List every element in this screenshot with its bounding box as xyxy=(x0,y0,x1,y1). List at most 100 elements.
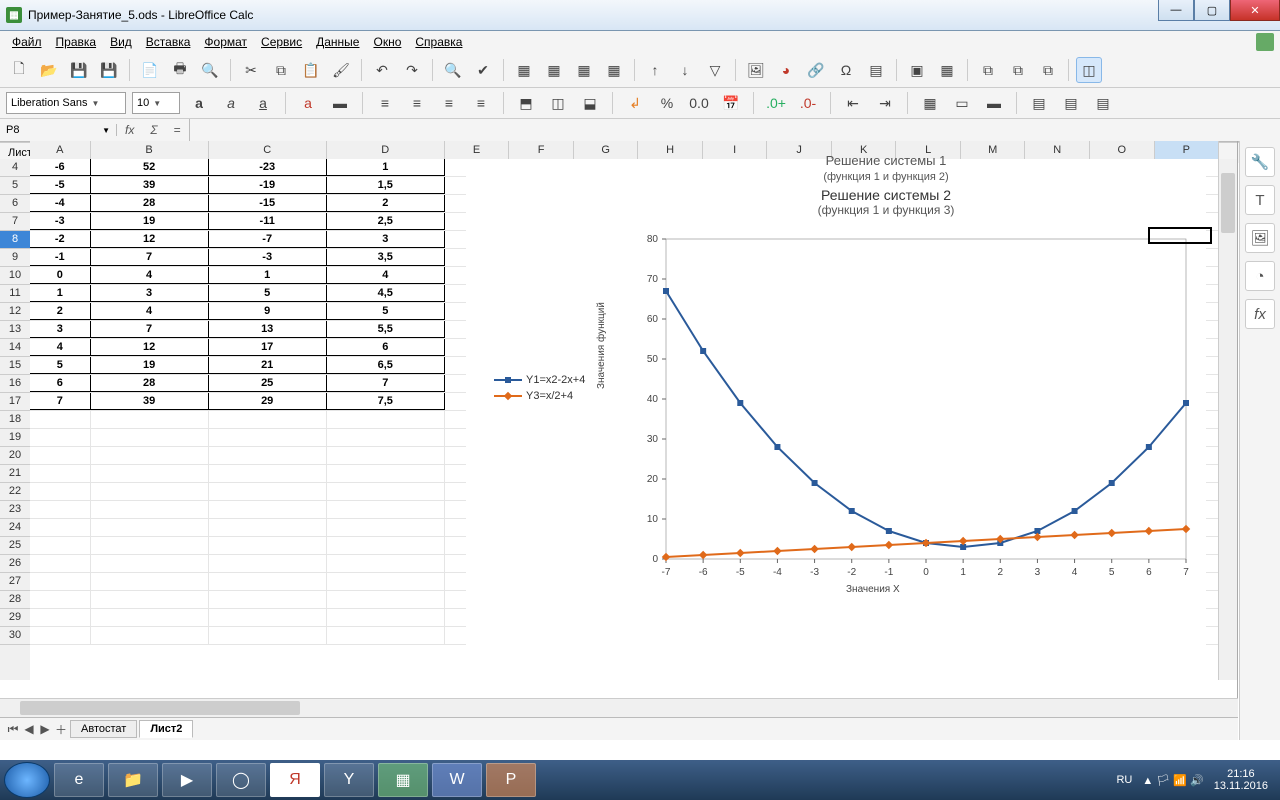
freeze-button[interactable]: ▣ xyxy=(904,57,930,83)
tab-add-button[interactable]: ＋ xyxy=(54,721,68,738)
align-left-button[interactable]: ≡ xyxy=(372,90,398,116)
font-color-button[interactable]: a xyxy=(295,90,321,116)
link-button[interactable]: 🔗 xyxy=(803,57,829,83)
italic-button[interactable]: a xyxy=(218,90,244,116)
borders-button[interactable]: ▦ xyxy=(917,90,943,116)
underline-button[interactable]: a xyxy=(250,90,276,116)
valign-bottom-button[interactable]: ⬓ xyxy=(577,90,603,116)
tray-icons[interactable]: ▲ 🏳 📶 🔊 xyxy=(1142,774,1203,787)
redo-button[interactable]: ↷ xyxy=(399,57,425,83)
function-wizard-button[interactable]: fx xyxy=(117,123,142,137)
paste-button[interactable]: 📋 xyxy=(298,57,324,83)
saveas-button[interactable]: 💾 xyxy=(96,57,122,83)
sort-asc-button[interactable]: ↑ xyxy=(642,57,668,83)
chart-button[interactable]: ◕ xyxy=(773,57,799,83)
task-ie[interactable]: e xyxy=(54,763,104,797)
sum-button[interactable]: Σ xyxy=(142,123,165,137)
start-button[interactable] xyxy=(4,762,50,798)
menu-data[interactable]: Данные xyxy=(310,33,365,51)
font-size-combo[interactable]: 10▼ xyxy=(132,92,180,114)
task-yabrowser[interactable]: Y xyxy=(324,763,374,797)
task-yandex[interactable]: Я xyxy=(270,763,320,797)
wrap-button[interactable]: ↲ xyxy=(622,90,648,116)
tile-button[interactable]: ⧉ xyxy=(1035,57,1061,83)
cond-format2-button[interactable]: ▤ xyxy=(1058,90,1084,116)
format-paint-button[interactable]: 🖌 xyxy=(328,57,354,83)
window-button[interactable]: ⧉ xyxy=(975,57,1001,83)
new-button[interactable]: 🗋 xyxy=(6,57,32,83)
row-button[interactable]: ▦ xyxy=(511,57,537,83)
vertical-scrollbar[interactable] xyxy=(1218,159,1237,680)
menu-window[interactable]: Окно xyxy=(367,33,407,51)
menu-tools[interactable]: Сервис xyxy=(255,33,308,51)
align-justify-button[interactable]: ≡ xyxy=(468,90,494,116)
print-preview-button[interactable]: 🔍 xyxy=(197,57,223,83)
sidebar-toggle-button[interactable]: ◫ xyxy=(1076,57,1102,83)
valign-middle-button[interactable]: ◫ xyxy=(545,90,571,116)
bold-button[interactable]: a xyxy=(186,90,212,116)
border-color-button[interactable]: ▬ xyxy=(981,90,1007,116)
task-chrome[interactable]: ◯ xyxy=(216,763,266,797)
menu-help[interactable]: Справка xyxy=(409,33,468,51)
menu-format[interactable]: Формат xyxy=(198,33,253,51)
date-button[interactable]: 📅 xyxy=(718,90,744,116)
number-button[interactable]: 0.0 xyxy=(686,90,712,116)
special-char-button[interactable]: Ω xyxy=(833,57,859,83)
cell-grid[interactable]: -652-231-539-191,5-428-152-319-112,5-212… xyxy=(30,159,1219,680)
grid-button[interactable]: ▦ xyxy=(934,57,960,83)
save-button[interactable]: 💾 xyxy=(66,57,92,83)
task-explorer[interactable]: 📁 xyxy=(108,763,158,797)
task-word[interactable]: W xyxy=(432,763,482,797)
gallery-panel-button[interactable]: 🖼 xyxy=(1245,223,1275,253)
percent-button[interactable]: % xyxy=(654,90,680,116)
functions-panel-button[interactable]: fx xyxy=(1245,299,1275,329)
merge-button[interactable]: ▦ xyxy=(571,57,597,83)
tab-prev-button[interactable]: ◀ xyxy=(22,722,36,736)
split-button[interactable]: ▦ xyxy=(601,57,627,83)
valign-top-button[interactable]: ⬒ xyxy=(513,90,539,116)
find-button[interactable]: 🔍 xyxy=(440,57,466,83)
inc-indent-button[interactable]: ⇥ xyxy=(872,90,898,116)
spellcheck-button[interactable]: ✔ xyxy=(470,57,496,83)
image-button[interactable]: 🖼 xyxy=(743,57,769,83)
navigator-panel-button[interactable]: ◔ xyxy=(1245,261,1275,291)
chart-object[interactable]: Решение системы 1 (функция 1 и функция 2… xyxy=(466,159,1206,649)
tray-lang[interactable]: RU xyxy=(1116,774,1132,786)
formula-input[interactable] xyxy=(189,119,1280,141)
menu-file[interactable]: Файл xyxy=(6,33,48,51)
system-tray[interactable]: RU ▲ 🏳 📶 🔊 21:1613.11.2016 xyxy=(1116,768,1276,792)
close-button[interactable]: ✕ xyxy=(1230,0,1280,21)
export-pdf-button[interactable]: 📄 xyxy=(137,57,163,83)
menu-view[interactable]: Вид xyxy=(104,33,138,51)
dec-decimal-button[interactable]: .0- xyxy=(795,90,821,116)
menu-edit[interactable]: Правка xyxy=(50,33,103,51)
sheet-tab-1[interactable]: Автостат xyxy=(70,720,137,738)
menu-insert[interactable]: Вставка xyxy=(140,33,197,51)
name-box[interactable]: P8▼ xyxy=(0,124,117,136)
dec-indent-button[interactable]: ⇤ xyxy=(840,90,866,116)
minimize-button[interactable]: — xyxy=(1158,0,1194,21)
autofilter-button[interactable]: ▽ xyxy=(702,57,728,83)
cut-button[interactable]: ✂ xyxy=(238,57,264,83)
border-style-button[interactable]: ▭ xyxy=(949,90,975,116)
tray-clock[interactable]: 21:1613.11.2016 xyxy=(1214,768,1268,792)
col-button[interactable]: ▦ xyxy=(541,57,567,83)
update-icon[interactable] xyxy=(1256,33,1274,51)
task-media[interactable]: ▶ xyxy=(162,763,212,797)
cascade-button[interactable]: ⧉ xyxy=(1005,57,1031,83)
align-right-button[interactable]: ≡ xyxy=(436,90,462,116)
inc-decimal-button[interactable]: .0+ xyxy=(763,90,789,116)
sheet-tab-2[interactable]: Лист2 xyxy=(139,720,193,738)
styles-panel-button[interactable]: T xyxy=(1245,185,1275,215)
equals-button[interactable]: = xyxy=(166,123,189,137)
align-center-button[interactable]: ≡ xyxy=(404,90,430,116)
maximize-button[interactable]: ▢ xyxy=(1194,0,1230,21)
undo-button[interactable]: ↶ xyxy=(369,57,395,83)
properties-panel-button[interactable]: 🔧 xyxy=(1245,147,1275,177)
cond-format3-button[interactable]: ▤ xyxy=(1090,90,1116,116)
cond-format1-button[interactable]: ▤ xyxy=(1026,90,1052,116)
task-powerpoint[interactable]: P xyxy=(486,763,536,797)
tab-first-button[interactable]: ⏮ xyxy=(6,722,20,737)
print-button[interactable]: 🖶 xyxy=(167,57,193,83)
header-button[interactable]: ▤ xyxy=(863,57,889,83)
